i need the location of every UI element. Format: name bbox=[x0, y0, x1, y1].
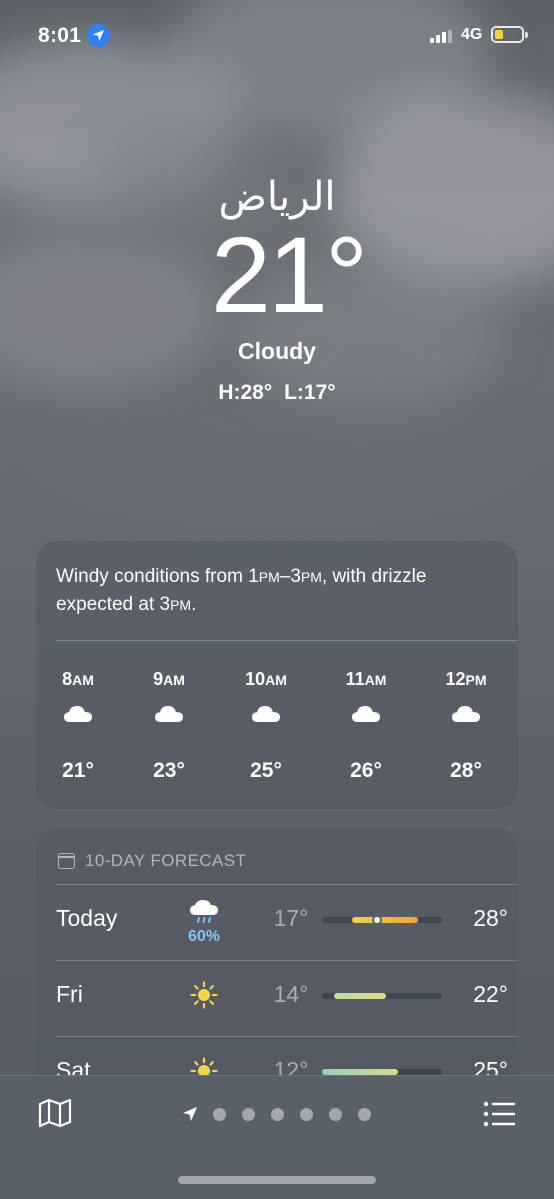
location-arrow-icon bbox=[87, 24, 110, 47]
battery-low-icon bbox=[491, 26, 528, 43]
page-dot bbox=[358, 1107, 371, 1121]
day-low: 14° bbox=[273, 981, 309, 1007]
page-dot bbox=[271, 1107, 284, 1121]
current-temp-marker bbox=[372, 915, 383, 925]
high-low-temps: H:28° L:17° bbox=[218, 381, 336, 404]
cloud-icon bbox=[38, 703, 118, 731]
cloud-icon bbox=[226, 703, 306, 731]
status-bar: 8:01 4G bbox=[0, 0, 554, 70]
current-temperature: 21° bbox=[210, 214, 368, 335]
hour-label: 10AM bbox=[245, 669, 287, 689]
hourly-forecast-card[interactable]: Windy conditions from 1PM–3PM, with driz… bbox=[36, 541, 518, 809]
hour-label: 11AM bbox=[345, 669, 387, 689]
home-indicator[interactable] bbox=[178, 1176, 376, 1184]
hourly-summary: Windy conditions from 1PM–3PM, with driz… bbox=[56, 566, 427, 615]
temp-range-fill bbox=[334, 993, 386, 999]
hour-temp: 25° bbox=[250, 759, 282, 782]
current-weather: الرياض 21° Cloudy H:28° L:17° bbox=[0, 168, 554, 405]
hour-item: 11AM 26° bbox=[326, 669, 406, 783]
ten-day-header: 10-DAY FORECAST bbox=[58, 851, 246, 871]
hour-label: 9AM bbox=[153, 669, 185, 689]
hour-item: 10AM 25° bbox=[226, 669, 306, 783]
day-name: Fri bbox=[56, 981, 83, 1007]
hour-label: 8AM bbox=[62, 669, 94, 689]
hour-item: 12PM 28° bbox=[426, 669, 506, 783]
hour-item: 9AM 23° bbox=[129, 669, 209, 783]
day-row-today[interactable]: Today 60% 17° 28° bbox=[36, 885, 518, 961]
ten-day-forecast-card[interactable]: 10-DAY FORECAST Today 60% 17° 28° Fri 14… bbox=[36, 828, 518, 1088]
day-name: Today bbox=[56, 905, 118, 931]
cloud-icon bbox=[426, 703, 506, 731]
list-icon[interactable] bbox=[482, 1100, 516, 1128]
hour-temp: 28° bbox=[450, 759, 482, 782]
page-dot bbox=[213, 1107, 226, 1121]
temp-range-fill bbox=[352, 917, 418, 923]
page-dot bbox=[329, 1107, 342, 1121]
day-high: 28° bbox=[473, 905, 508, 931]
day-low: 17° bbox=[273, 905, 309, 931]
status-time: 8:01 bbox=[38, 24, 82, 47]
page-dot bbox=[300, 1107, 313, 1121]
calendar-icon bbox=[58, 853, 75, 869]
hour-temp: 21° bbox=[62, 759, 94, 782]
hour-item: 8AM 21° bbox=[38, 669, 118, 783]
cloud-icon bbox=[326, 703, 406, 731]
map-icon[interactable] bbox=[38, 1098, 72, 1128]
precip-chance: 60% bbox=[187, 928, 221, 945]
day-high: 22° bbox=[473, 981, 508, 1007]
sun-icon bbox=[176, 981, 232, 1014]
temp-range-bar bbox=[322, 915, 442, 925]
cloud-rain-icon: 60% bbox=[176, 899, 232, 946]
hour-label: 12PM bbox=[445, 669, 487, 689]
hour-temp: 26° bbox=[350, 759, 382, 782]
temp-range-bar bbox=[322, 993, 442, 999]
day-row-fri[interactable]: Fri 14° 22° bbox=[36, 961, 518, 1037]
hour-temp: 23° bbox=[153, 759, 185, 782]
hourly-divider bbox=[56, 640, 518, 641]
page-indicator[interactable] bbox=[181, 1106, 387, 1122]
page-dot bbox=[242, 1107, 255, 1121]
cloud-icon bbox=[129, 703, 209, 731]
location-arrow-icon bbox=[183, 1107, 197, 1121]
cellular-signal-icon bbox=[430, 30, 454, 43]
current-condition: Cloudy bbox=[238, 338, 316, 364]
network-type: 4G bbox=[461, 26, 483, 43]
